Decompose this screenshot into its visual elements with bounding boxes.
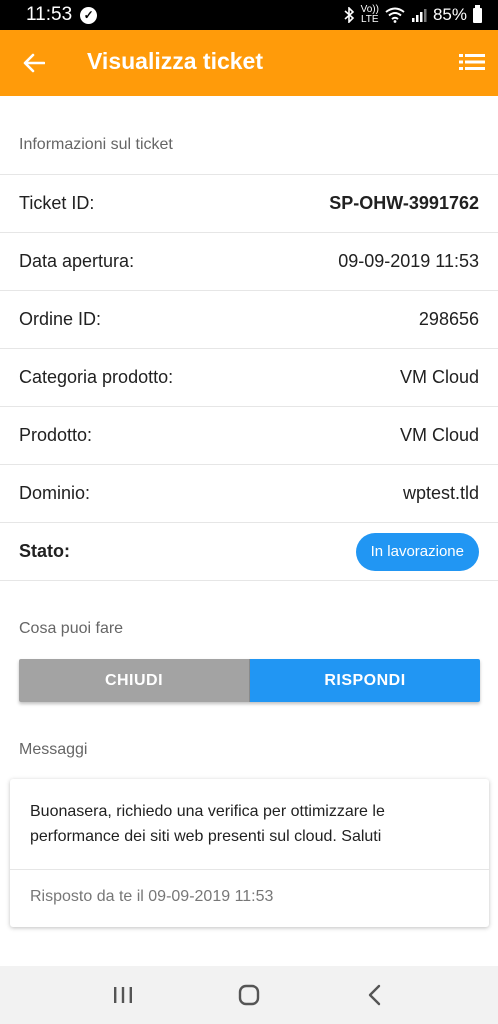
info-value: VM Cloud	[399, 425, 479, 445]
wifi-icon	[385, 7, 405, 23]
info-row-domain: Dominio: wptest.tld	[0, 464, 498, 522]
divider	[0, 580, 498, 581]
status-time: 11:53	[26, 4, 73, 25]
reply-button[interactable]: RISPONDI	[250, 659, 480, 702]
info-row-product: Prodotto: VM Cloud	[0, 406, 498, 464]
check-circle-icon: ✓	[80, 6, 98, 24]
arrow-left-icon	[23, 53, 45, 73]
back-chevron-icon	[368, 984, 381, 1006]
app-bar: Visualizza ticket	[0, 30, 498, 96]
message-text: Buonasera, richiedo una verifica per ott…	[30, 803, 385, 845]
info-label: Ordine ID:	[19, 309, 102, 329]
ticket-info-heading: Informazioni sul ticket	[19, 136, 173, 153]
info-row-opening-date: Data apertura: 09-09-2019 11:53	[0, 232, 498, 290]
signal-icon	[411, 9, 427, 22]
status-label: Stato:	[19, 541, 70, 561]
battery-percent: 85%	[432, 5, 467, 24]
info-row-ticket-id: Ticket ID: SP-OHW-3991762	[0, 174, 498, 232]
recents-icon	[114, 987, 132, 1003]
info-label: Ticket ID:	[19, 193, 95, 213]
messages-heading: Messaggi	[19, 741, 88, 758]
info-value: 09-09-2019 11:53	[338, 251, 479, 271]
ticket-content: Informazioni sul ticket Ticket ID: SP-OH…	[0, 96, 498, 966]
system-back-button[interactable]	[355, 975, 395, 1015]
status-bar: 11:53 ✓ Vo)) LTE 85%	[0, 0, 498, 30]
list-icon	[459, 54, 485, 70]
info-row-category: Categoria prodotto: VM Cloud	[0, 348, 498, 406]
info-value: 298656	[418, 309, 479, 329]
info-label: Data apertura:	[19, 251, 135, 271]
page-title: Visualizza ticket	[87, 48, 263, 74]
list-button[interactable]	[458, 48, 486, 76]
message-card: Buonasera, richiedo una verifica per ott…	[10, 779, 489, 927]
message-footer: Risposto da te il 09-09-2019 11:53	[30, 888, 274, 905]
info-value: VM Cloud	[399, 367, 479, 387]
bluetooth-icon	[344, 7, 354, 23]
volte-lte-icon: Vo)) LTE	[360, 4, 379, 25]
info-row-status: Stato: In lavorazione	[0, 522, 498, 580]
info-label: Dominio:	[19, 483, 91, 503]
action-buttons: CHIUDI RISPONDI	[19, 659, 480, 702]
info-value: SP-OHW-3991762	[329, 193, 479, 213]
back-button[interactable]	[18, 47, 50, 79]
actions-heading: Cosa puoi fare	[19, 620, 124, 637]
recents-button[interactable]	[103, 975, 143, 1015]
home-button[interactable]	[229, 975, 269, 1015]
info-value: wptest.tld	[402, 483, 479, 503]
divider	[10, 869, 489, 870]
close-ticket-button[interactable]: CHIUDI	[19, 659, 250, 702]
system-nav-bar	[0, 966, 498, 1024]
info-label: Prodotto:	[19, 425, 93, 445]
battery-icon	[473, 4, 482, 23]
status-badge: In lavorazione	[355, 532, 479, 571]
info-row-order-id: Ordine ID: 298656	[0, 290, 498, 348]
home-icon	[238, 984, 260, 1006]
info-label: Categoria prodotto:	[19, 367, 174, 387]
status-icons: Vo)) LTE 85%	[343, 4, 482, 25]
